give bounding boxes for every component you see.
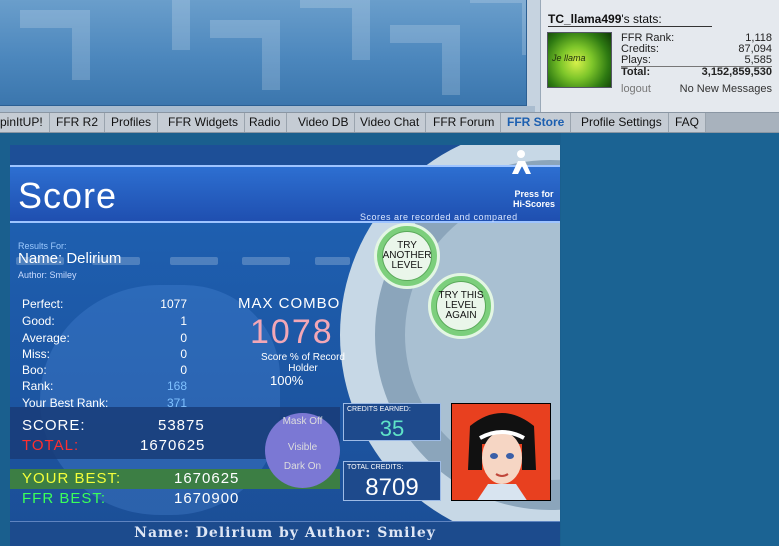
page-background bbox=[561, 133, 779, 546]
judge-value: 1077 bbox=[160, 297, 187, 311]
site-banner[interactable] bbox=[0, 0, 527, 106]
nav-item-video-db[interactable]: Video DB bbox=[292, 113, 356, 132]
judge-value: 1 bbox=[180, 314, 187, 328]
judge-perfect: Perfect: 1077 bbox=[22, 297, 187, 311]
judge-value: 168 bbox=[166, 379, 187, 393]
main-nav: pinItUP! FFR R2 Profiles FFR Widgets Rad… bbox=[0, 112, 779, 133]
nav-item-radio[interactable]: Radio bbox=[243, 113, 288, 132]
banner-arrow-decoration bbox=[20, 10, 90, 80]
try-another-level-label: TRY ANOTHER LEVEL bbox=[382, 231, 432, 281]
judge-good: Good: 1 bbox=[22, 314, 187, 328]
credits-earned-value: 35 bbox=[379, 416, 405, 441]
try-level-again-label: TRY THIS LEVEL AGAIN bbox=[436, 281, 486, 331]
stat-value: 5,585 bbox=[744, 54, 772, 66]
judge-label: Boo: bbox=[22, 363, 47, 377]
banner-arrow-decoration bbox=[300, 0, 370, 60]
your-best-label: YOUR BEST: bbox=[22, 470, 122, 487]
hi-scores-line1: Press for bbox=[514, 189, 554, 199]
bottom-band: Name: Delirium by Author: Smiley bbox=[10, 521, 560, 546]
try-level-again-button[interactable]: TRY THIS LEVEL AGAIN bbox=[428, 273, 494, 339]
judge-miss: Miss: 0 bbox=[22, 347, 187, 361]
ffr-best-value: 1670900 bbox=[174, 490, 240, 507]
judge-label: Rank: bbox=[22, 379, 54, 393]
banner-arrow-decoration bbox=[470, 0, 526, 55]
nav-item-profiles[interactable]: Profiles bbox=[105, 113, 159, 132]
toggle-visible[interactable]: Visible bbox=[265, 442, 340, 453]
hi-scores-line2: Hi-Scores bbox=[512, 199, 556, 209]
game-results-screen: Score Press for Hi-Scores Scores are rec… bbox=[10, 145, 560, 546]
hi-scores-icon[interactable] bbox=[508, 149, 534, 175]
toggle-dark-on[interactable]: Dark On bbox=[265, 461, 340, 472]
judge-rank: Rank: 168 bbox=[22, 379, 187, 393]
judge-label: Good: bbox=[22, 314, 55, 328]
nav-item-ffr-r2[interactable]: FFR R2 bbox=[50, 113, 105, 132]
logout-link[interactable]: logout bbox=[621, 83, 651, 95]
nav-item-ffr-forum[interactable]: FFR Forum bbox=[427, 113, 502, 132]
score-pct-value: 100% bbox=[270, 373, 304, 388]
stats-title: TC_llama499's stats: bbox=[548, 12, 712, 27]
credits-earned-box: CREDITS EARNED: 35 bbox=[343, 403, 441, 441]
judge-value: 0 bbox=[180, 363, 187, 377]
nav-filler bbox=[706, 113, 779, 132]
stat-row-plays: Plays: 5,585 bbox=[621, 55, 772, 66]
total-label: TOTAL: bbox=[22, 437, 80, 454]
character-portrait-icon bbox=[468, 413, 536, 500]
stat-label: Plays: bbox=[621, 54, 651, 66]
max-combo-value: 1078 bbox=[250, 313, 334, 351]
score-pct-label: Score % of Record Holder bbox=[261, 352, 345, 374]
total-credits-value: 8709 bbox=[365, 474, 419, 501]
stat-value: 3,152,859,530 bbox=[701, 66, 772, 78]
total-credits-label: TOTAL CREDITS: bbox=[347, 464, 404, 471]
stats-username[interactable]: TC_llama499 bbox=[548, 12, 621, 26]
hi-scores-button[interactable]: Press for Hi-Scores bbox=[504, 189, 560, 209]
judge-average: Average: 0 bbox=[22, 331, 187, 345]
nav-item-ffr-widgets[interactable]: FFR Widgets bbox=[162, 113, 246, 132]
ffr-best-label: FFR BEST: bbox=[22, 490, 107, 507]
messages-link[interactable]: No New Messages bbox=[680, 83, 772, 95]
avatar-caption: Je llama bbox=[552, 53, 586, 63]
character-portrait bbox=[451, 403, 551, 501]
site-header: TC_llama499's stats: Je llama FFR Rank: … bbox=[0, 0, 779, 112]
stat-label: Total: bbox=[621, 66, 651, 78]
nav-item-ffr-store[interactable]: FFR Store bbox=[501, 113, 572, 132]
try-another-level-button[interactable]: TRY ANOTHER LEVEL bbox=[374, 223, 440, 289]
score-label: SCORE: bbox=[22, 417, 86, 434]
judge-boo: Boo: 0 bbox=[22, 363, 187, 377]
total-credits-box: TOTAL CREDITS: 8709 bbox=[343, 461, 441, 501]
page-title: Score bbox=[18, 175, 118, 216]
judge-label: Average: bbox=[22, 331, 70, 345]
your-best-value: 1670625 bbox=[174, 470, 240, 487]
stat-row-total: Total: 3,152,859,530 bbox=[621, 66, 772, 78]
avatar[interactable]: Je llama bbox=[547, 32, 612, 88]
recorded-note: Scores are recorded and compared bbox=[360, 212, 518, 222]
song-author: Author: Smiley bbox=[18, 270, 77, 280]
max-combo-label: MAX COMBO bbox=[238, 295, 341, 312]
song-name: Name: Delirium bbox=[18, 250, 122, 267]
bottom-song-title: Name: Delirium by Author: Smiley bbox=[134, 525, 436, 541]
nav-item-faq[interactable]: FAQ bbox=[669, 113, 707, 132]
total-value: 1670625 bbox=[140, 437, 206, 454]
nav-item-profile-settings[interactable]: Profile Settings bbox=[575, 113, 669, 132]
credits-earned-label: CREDITS EARNED: bbox=[347, 406, 411, 413]
user-stats-panel: TC_llama499's stats: Je llama FFR Rank: … bbox=[540, 0, 779, 112]
banner-arrow-decoration bbox=[120, 0, 190, 50]
nav-item-video-chat[interactable]: Video Chat bbox=[354, 113, 427, 132]
banner-arrow-decoration bbox=[390, 25, 460, 95]
judge-label: Perfect: bbox=[22, 297, 64, 311]
judge-value: 0 bbox=[180, 331, 187, 345]
nav-item-pinitup[interactable]: pinItUP! bbox=[0, 113, 50, 132]
stats-title-suffix: 's stats: bbox=[621, 12, 662, 26]
score-value: 53875 bbox=[158, 417, 205, 434]
toggle-mask-off[interactable]: Mask Off bbox=[265, 416, 340, 427]
banner-arrow-decoration bbox=[210, 20, 280, 90]
judge-value: 0 bbox=[180, 347, 187, 361]
judge-label: Miss: bbox=[22, 347, 50, 361]
